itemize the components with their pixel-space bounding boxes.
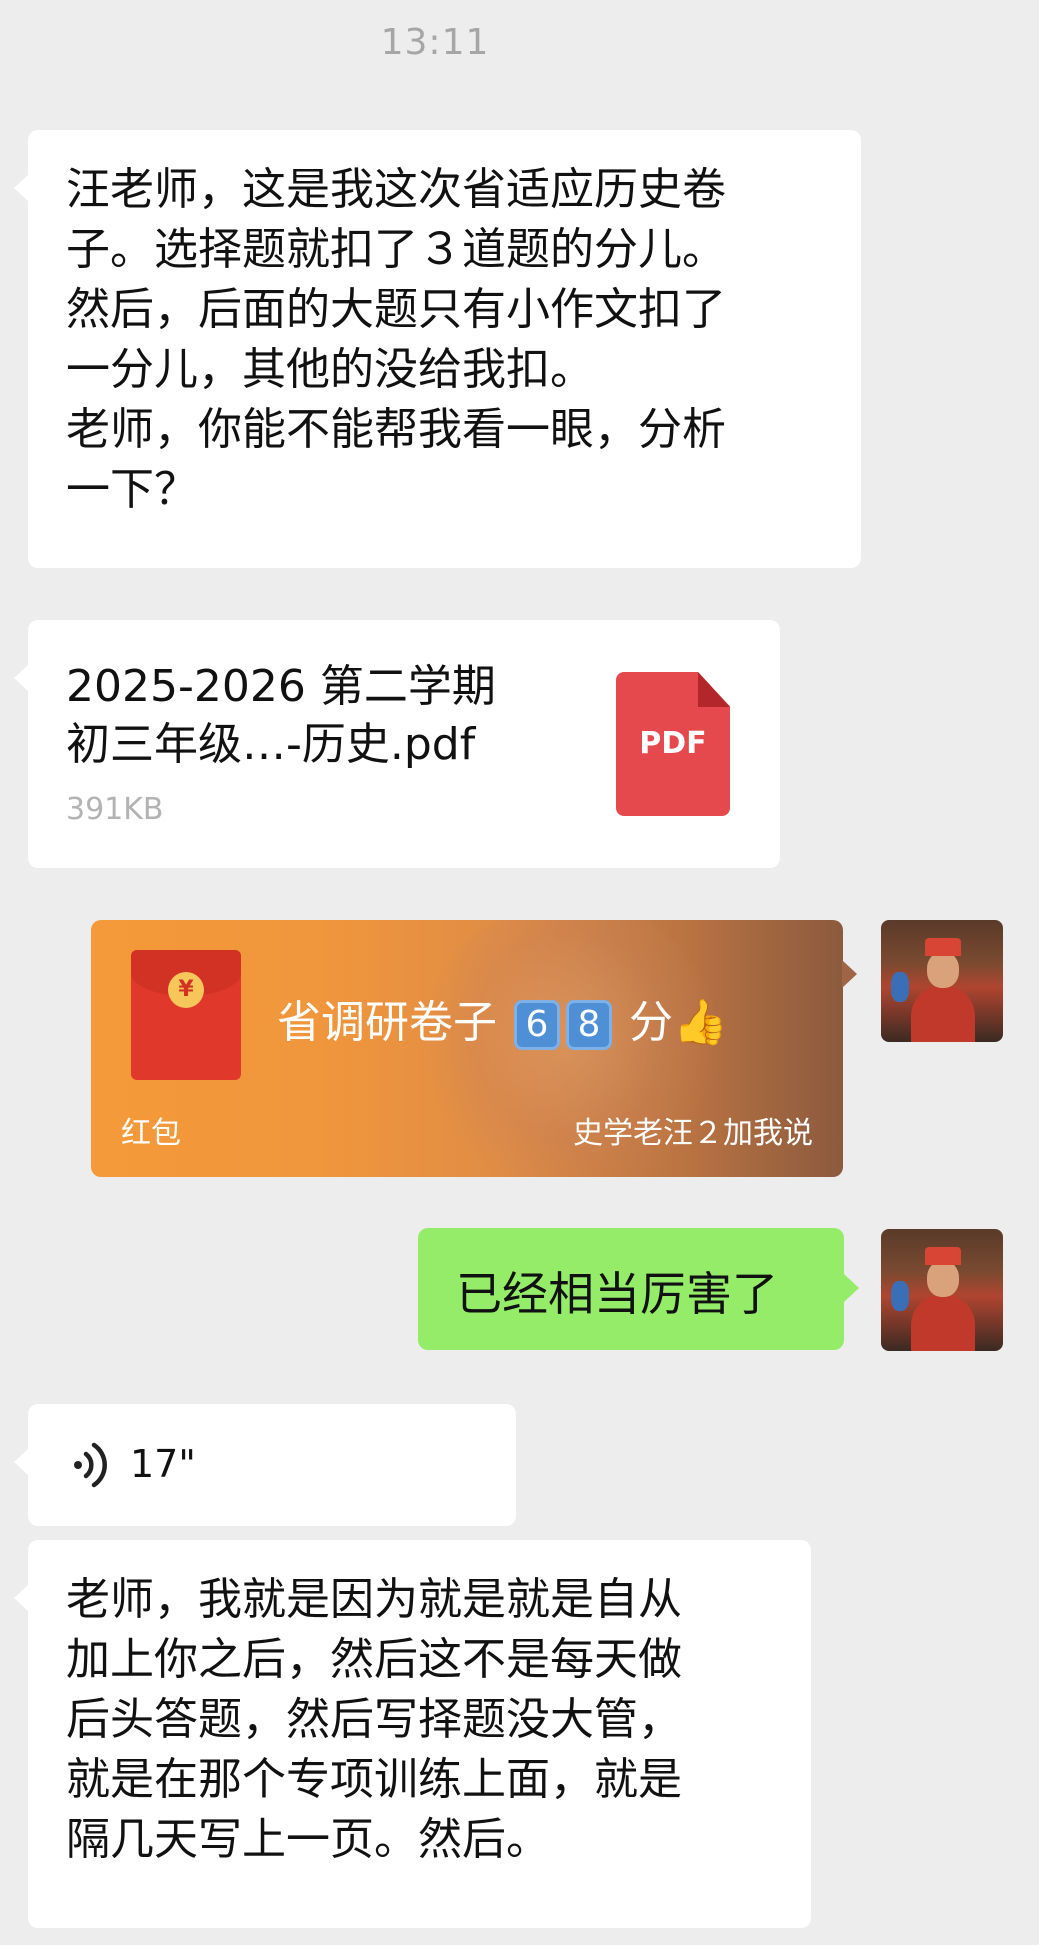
avatar-hat: [925, 1247, 961, 1265]
voice-duration: 17": [130, 1442, 196, 1486]
red-envelope-icon: ¥: [131, 950, 241, 1080]
user-avatar[interactable]: [881, 920, 1003, 1042]
red-packet-title: 省调研卷子 68 分👍: [277, 986, 728, 1050]
keycap-digit: 6: [514, 1000, 560, 1050]
voice-wave-icon: [74, 1442, 107, 1488]
received-text-message[interactable]: 汪老师，这是我这次省适应历史卷 子。选择题就扣了３道题的分儿。 然后，后面的大题…: [14, 130, 861, 568]
avatar-head: [927, 1261, 959, 1297]
vase-shape: [891, 972, 909, 1002]
message-text: 老师，我就是因为就是就是自从 加上你之后，然后这不是每天做 后头答题，然后写择题…: [66, 1574, 682, 1865]
packet-title-suffix: 分: [629, 997, 673, 1048]
vase-shape: [891, 1281, 909, 1311]
file-name: 2025-2026 第二学期 初三年级…-历史.pdf: [66, 661, 496, 770]
red-packet-message[interactable]: ¥ 省调研卷子 68 分👍 红包 史学老汪２加我说: [91, 920, 843, 1177]
coin-icon: ¥: [168, 972, 204, 1008]
thumbs-up-icon: 👍: [673, 997, 728, 1048]
received-text-message[interactable]: 老师，我就是因为就是就是自从 加上你之后，然后这不是每天做 后头答题，然后写择题…: [14, 1540, 811, 1928]
packet-tail: [842, 960, 857, 988]
sent-text-message[interactable]: 已经相当厉害了: [418, 1228, 859, 1350]
avatar-head: [927, 952, 959, 988]
pdf-icon-label: PDF: [639, 726, 707, 761]
file-size: 391KB: [66, 792, 164, 827]
red-packet-sender: 史学老汪２加我说: [573, 1116, 813, 1151]
received-voice-message[interactable]: 17": [14, 1404, 516, 1526]
message-text: 已经相当厉害了: [456, 1267, 778, 1321]
keycap-digit: 8: [566, 1000, 612, 1050]
user-avatar[interactable]: [881, 1229, 1003, 1351]
message-text: 汪老师，这是我这次省适应历史卷 子。选择题就扣了３道题的分儿。 然后，后面的大题…: [66, 164, 726, 515]
avatar-body: [911, 986, 975, 1042]
message-timestamp: 13:11: [380, 22, 490, 63]
avatar-body: [911, 1295, 975, 1351]
red-packet-label: 红包: [121, 1116, 181, 1151]
packet-title-text: 省调研卷子: [277, 997, 497, 1048]
avatar-hat: [925, 938, 961, 956]
received-file-message[interactable]: 2025-2026 第二学期 初三年级…-历史.pdf 391KB PDF: [14, 620, 780, 868]
